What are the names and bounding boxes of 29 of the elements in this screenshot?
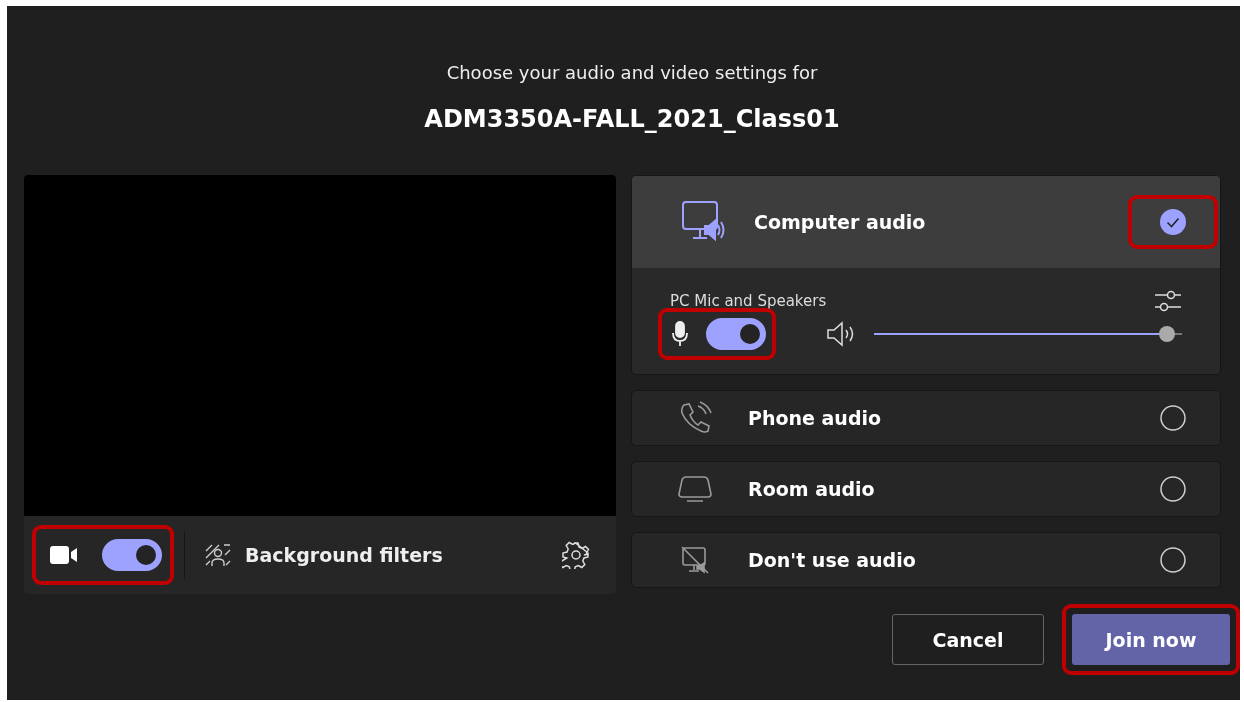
background-filters-label[interactable]: Background filters — [245, 544, 562, 566]
device-name: PC Mic and Speakers — [670, 292, 827, 310]
no-audio-icon — [680, 545, 710, 575]
phone-icon — [678, 401, 712, 435]
option-label: Room audio — [748, 478, 876, 500]
background-effects-icon — [205, 543, 231, 567]
radio-button[interactable] — [1160, 547, 1186, 573]
radio-button[interactable] — [1160, 476, 1186, 502]
option-label: Don't use audio — [748, 549, 917, 571]
camera-icon — [50, 545, 78, 565]
microphone-icon — [672, 321, 688, 347]
microphone-toggle[interactable] — [706, 318, 766, 350]
meeting-title: ADM3350A-FALL_2021_Class01 — [423, 105, 841, 133]
audio-option[interactable]: Room audio — [632, 462, 1220, 516]
checkmark-icon[interactable] — [1160, 209, 1186, 235]
camera-toggle[interactable] — [102, 539, 162, 571]
audio-option[interactable]: Phone audio — [632, 391, 1220, 445]
option-label: Phone audio — [748, 407, 883, 429]
speaker-icon — [826, 321, 856, 347]
option-label: Computer audio — [754, 211, 927, 233]
audio-option[interactable]: Don't use audio — [632, 533, 1220, 587]
audio-option[interactable]: Computer audio — [632, 176, 1220, 268]
radio-button[interactable] — [1160, 405, 1186, 431]
cancel-button[interactable]: Cancel — [892, 614, 1044, 665]
sliders-icon[interactable] — [1154, 288, 1182, 314]
settings-icon[interactable] — [562, 541, 590, 569]
join-button[interactable]: Join now — [1072, 614, 1230, 665]
room-device-icon — [678, 474, 712, 504]
prompt-text: Choose your audio and video settings for — [445, 62, 819, 83]
